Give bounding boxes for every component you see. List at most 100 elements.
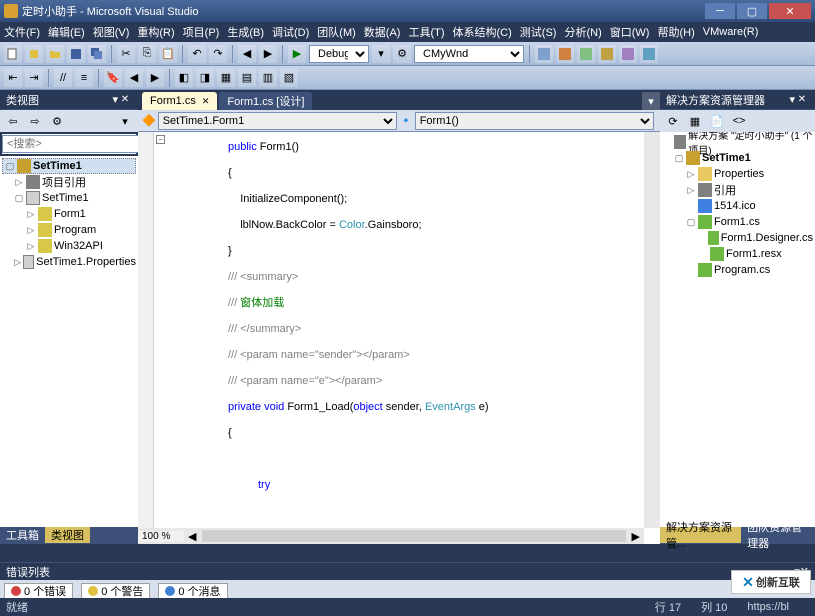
horizontal-scrollbar[interactable]: 100 % ◀ ▶ — [138, 528, 644, 544]
tb2-b[interactable]: ◨ — [196, 69, 214, 87]
doc-dropdown-button[interactable]: ▾ — [642, 92, 660, 110]
tb2-c[interactable]: ▦ — [217, 69, 235, 87]
menu-data[interactable]: 数据(A) — [364, 24, 401, 40]
tb2-e[interactable]: ▥ — [259, 69, 277, 87]
menu-view[interactable]: 视图(V) — [93, 24, 130, 40]
new-project-button[interactable] — [4, 45, 22, 63]
se-code-button[interactable]: <> — [730, 112, 748, 130]
add-item-button[interactable] — [25, 45, 43, 63]
copy-button[interactable]: ⎘ — [138, 45, 156, 63]
menu-file[interactable]: 文件(F) — [4, 24, 40, 40]
tb-btn-d[interactable] — [598, 45, 616, 63]
warnings-filter-button[interactable]: 0 个警告 — [81, 583, 150, 599]
search-input[interactable] — [2, 135, 154, 153]
se-showall-button[interactable]: ▦ — [686, 112, 704, 130]
menu-analyze[interactable]: 分析(N) — [564, 24, 601, 40]
tree-properties-ns[interactable]: ▷SetTime1.Properties — [2, 254, 136, 270]
tree-refs[interactable]: ▷项目引用 — [2, 174, 136, 190]
nav-fwd-button[interactable]: ▶ — [259, 45, 277, 63]
vertical-scrollbar[interactable] — [644, 132, 660, 528]
prev-bookmark-button[interactable]: ◀ — [125, 69, 143, 87]
menu-window[interactable]: 窗口(W) — [610, 24, 650, 40]
open-button[interactable] — [46, 45, 64, 63]
class-nav-combo[interactable]: SetTime1.Form1 — [158, 112, 397, 130]
redo-button[interactable]: ↷ — [209, 45, 227, 63]
menu-help[interactable]: 帮助(H) — [657, 24, 694, 40]
tab-toolbox[interactable]: 工具箱 — [0, 527, 45, 543]
panel-close-button[interactable]: ✕ — [795, 93, 809, 107]
zoom-level[interactable]: 100 % — [138, 531, 184, 542]
target-combo[interactable]: CMyWnd — [414, 45, 524, 63]
tree-properties[interactable]: ▷Properties — [662, 166, 813, 182]
collapse-icon[interactable]: − — [156, 135, 165, 144]
tree-win32api[interactable]: ▷Win32API — [2, 238, 136, 254]
undo-button[interactable]: ↶ — [188, 45, 206, 63]
menu-test[interactable]: 测试(S) — [520, 24, 557, 40]
tab-form1-design[interactable]: Form1.cs [设计] — [219, 92, 312, 110]
tree-ico[interactable]: 1514.ico — [662, 198, 813, 214]
code-content[interactable]: public Form1() { InitializeComponent(); … — [168, 132, 642, 528]
tree-program-file[interactable]: Program.cs — [662, 262, 813, 278]
scroll-right-icon[interactable]: ▶ — [628, 530, 644, 543]
tree-namespace[interactable]: ▢SetTime1 — [2, 190, 136, 206]
find-button[interactable]: ▾ — [372, 45, 390, 63]
cv-settings-button[interactable]: ⚙ — [48, 112, 66, 130]
se-props-button[interactable]: 📄 — [708, 112, 726, 130]
maximize-button[interactable]: ▢ — [737, 3, 767, 19]
cv-fwd-button[interactable]: ⇨ — [26, 112, 44, 130]
menu-team[interactable]: 团队(M) — [317, 24, 356, 40]
tab-team-explorer[interactable]: 团队资源管理器 — [741, 527, 815, 543]
tb-btn-f[interactable] — [640, 45, 658, 63]
tree-form1[interactable]: ▷Form1 — [2, 206, 136, 222]
save-button[interactable] — [67, 45, 85, 63]
menu-project[interactable]: 项目(P) — [183, 24, 220, 40]
messages-filter-button[interactable]: 0 个消息 — [158, 583, 227, 599]
tree-designer[interactable]: Form1.Designer.cs — [662, 230, 813, 246]
menu-edit[interactable]: 编辑(E) — [48, 24, 85, 40]
tab-right-button[interactable]: ⇥ — [25, 69, 43, 87]
cv-back-button[interactable]: ⇦ — [4, 112, 22, 130]
tb-btn-a[interactable] — [535, 45, 553, 63]
tree-solution[interactable]: 解决方案 "定时小助手" (1 个项目) — [662, 134, 813, 150]
next-bookmark-button[interactable]: ▶ — [146, 69, 164, 87]
tree-references[interactable]: ▷引用 — [662, 182, 813, 198]
minimize-button[interactable]: ─ — [705, 3, 735, 19]
menu-refactor[interactable]: 重构(R) — [137, 24, 174, 40]
tree-resx[interactable]: Form1.resx — [662, 246, 813, 262]
tree-project[interactable]: ▢SetTime1 — [2, 158, 136, 174]
uncomment-button[interactable]: ≡ — [75, 69, 93, 87]
tb2-d[interactable]: ▤ — [238, 69, 256, 87]
close-button[interactable]: ✕ — [769, 3, 811, 19]
cv-view-button[interactable]: ▾ — [116, 112, 134, 130]
menu-arch[interactable]: 体系结构(C) — [453, 24, 512, 40]
paste-button[interactable]: 📋 — [159, 45, 177, 63]
scroll-left-icon[interactable]: ◀ — [184, 530, 200, 543]
tb2-a[interactable]: ◧ — [175, 69, 193, 87]
tab-left-button[interactable]: ⇤ — [4, 69, 22, 87]
tb-btn-c[interactable] — [577, 45, 595, 63]
comment-button[interactable]: // — [54, 69, 72, 87]
cut-button[interactable]: ✂ — [117, 45, 135, 63]
start-debug-button[interactable]: ▶ — [288, 45, 306, 63]
tb-btn-b[interactable] — [556, 45, 574, 63]
config-combo[interactable]: Debug — [309, 45, 369, 63]
menu-build[interactable]: 生成(B) — [227, 24, 264, 40]
tab-classview[interactable]: 类视图 — [45, 527, 90, 543]
save-all-button[interactable] — [88, 45, 106, 63]
nav-back-button[interactable]: ◀ — [238, 45, 256, 63]
tb2-f[interactable]: ▧ — [280, 69, 298, 87]
menu-debug[interactable]: 调试(D) — [272, 24, 309, 40]
tab-close-icon[interactable]: ✕ — [202, 96, 210, 107]
tree-form1-file[interactable]: ▢Form1.cs — [662, 214, 813, 230]
bookmark-button[interactable]: 🔖 — [104, 69, 122, 87]
code-editor[interactable]: − public Form1() { InitializeComponent()… — [138, 132, 660, 544]
tab-solution-explorer[interactable]: 解决方案资源管... — [660, 527, 741, 543]
menu-vmware[interactable]: VMware(R) — [703, 26, 759, 38]
member-nav-combo[interactable]: Form1() — [415, 112, 654, 130]
errors-filter-button[interactable]: 0 个错误 — [4, 583, 73, 599]
panel-close-button[interactable]: ✕ — [118, 93, 132, 107]
tab-form1-cs[interactable]: Form1.cs✕ — [142, 92, 217, 110]
menu-tools[interactable]: 工具(T) — [408, 24, 444, 40]
se-refresh-button[interactable]: ⟳ — [664, 112, 682, 130]
tb-btn-e[interactable] — [619, 45, 637, 63]
